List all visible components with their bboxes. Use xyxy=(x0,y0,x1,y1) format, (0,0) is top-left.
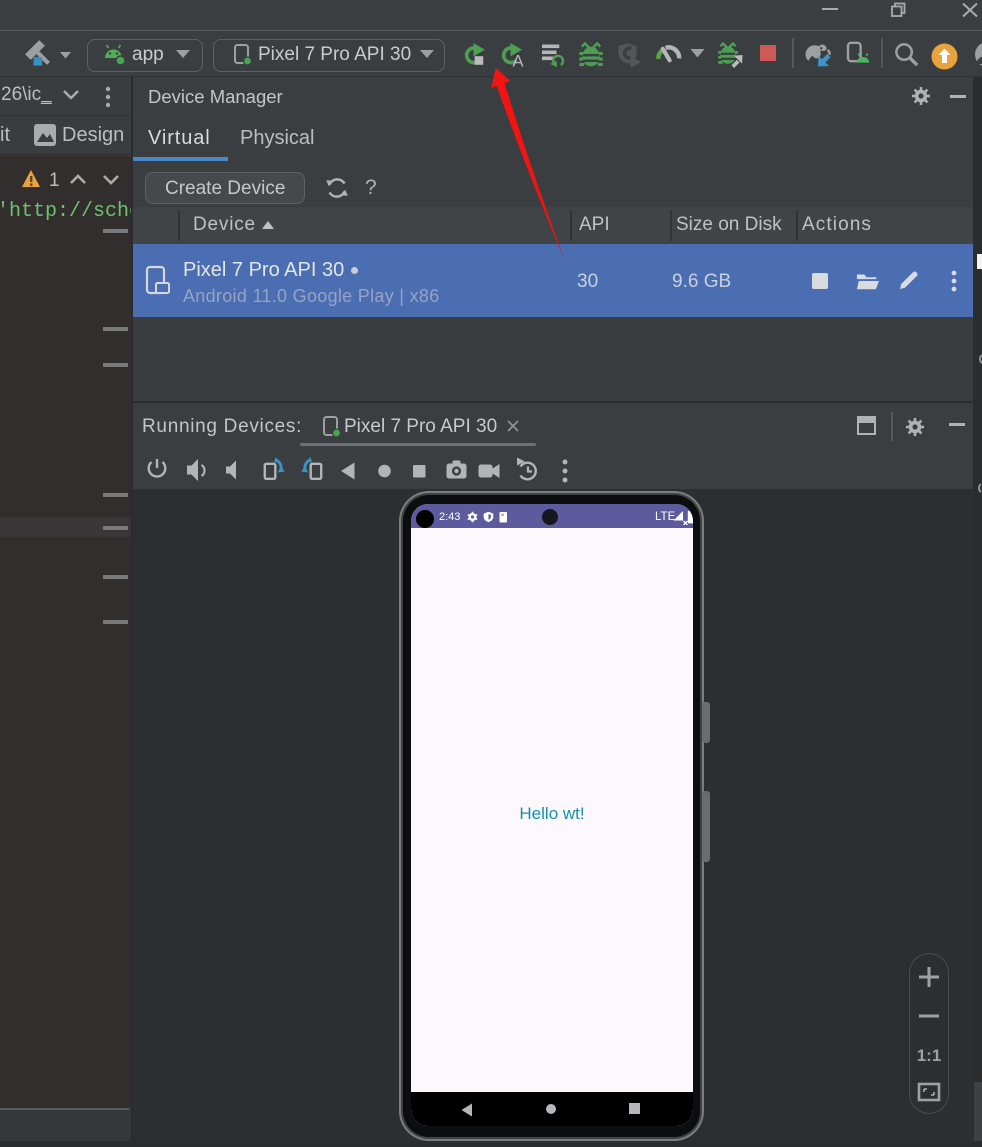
svg-text:A: A xyxy=(512,53,523,69)
svg-text:1: 1 xyxy=(49,170,60,190)
svg-text:1:1: 1:1 xyxy=(917,1046,941,1065)
